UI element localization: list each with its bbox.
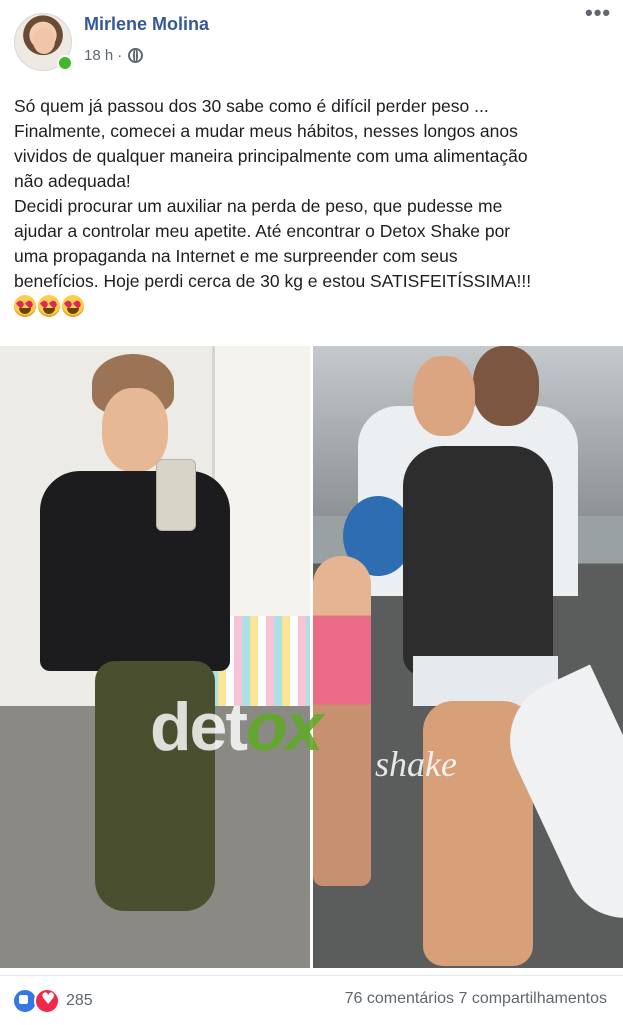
before-after-photo-right[interactable] [313, 346, 623, 968]
post-header: Mirlene Molina 18 h · ••• [0, 0, 623, 80]
post-text-line: ajudar a controlar meu apetite. Até enco… [14, 221, 511, 241]
phone [156, 459, 196, 531]
before-after-photo-left[interactable] [0, 346, 310, 968]
child [313, 556, 371, 886]
post-text-line: Finalmente, comecei a mudar meus hábitos… [14, 121, 518, 141]
post-text: Só quem já passou dos 30 sabe como é dif… [14, 94, 614, 317]
woman-tank-top [403, 446, 553, 676]
post-meta: 18 h · [84, 47, 144, 64]
reaction-count[interactable]: 285 [66, 992, 93, 1010]
post-time[interactable]: 18 h [84, 47, 113, 64]
post-footer: 285 76 comentários 7 compartilhamentos [0, 975, 623, 1025]
post-text-line: vividos de qualquer maneira principalmen… [14, 146, 528, 166]
meta-separator: · [117, 47, 123, 64]
heart-eyes-emoji [38, 295, 60, 317]
avatar-face [33, 28, 55, 54]
more-options-button[interactable]: ••• [585, 2, 611, 26]
post-text-line: Só quem já passou dos 30 sabe como é dif… [14, 96, 489, 116]
comments-shares-count[interactable]: 76 comentários 7 compartilhamentos [345, 990, 607, 1008]
heart-eyes-emoji [14, 295, 36, 317]
post-text-line: não adequada! [14, 171, 131, 191]
heart-eyes-emoji [62, 295, 84, 317]
woman-black-shirt [40, 471, 230, 671]
post-text-line: uma propaganda na Internet e me surpreen… [14, 246, 458, 266]
author-name[interactable]: Mirlene Molina [84, 14, 209, 35]
man-head [473, 346, 539, 426]
woman-green-leggings [95, 661, 215, 911]
globe-icon [128, 48, 144, 63]
woman-head-right [413, 356, 475, 436]
emoji-row [14, 295, 614, 317]
love-icon [34, 988, 60, 1014]
reactions-summary[interactable]: 285 [12, 988, 93, 1014]
post-text-line: Decidi procurar um auxiliar na perda de … [14, 196, 503, 216]
post-text-line: benefícios. Hoje perdi cerca de 30 kg e … [14, 271, 532, 291]
online-status-dot [57, 55, 73, 71]
